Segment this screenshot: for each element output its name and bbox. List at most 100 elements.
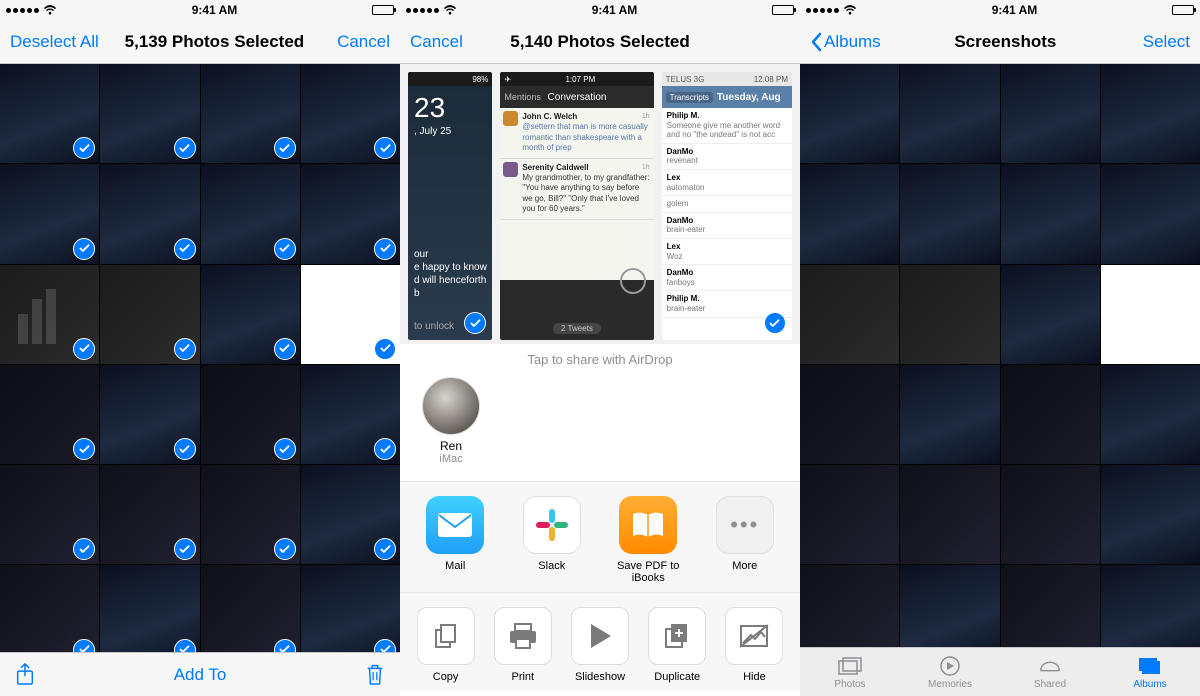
photo-thumb[interactable] — [1001, 565, 1100, 647]
photo-thumb[interactable] — [301, 164, 400, 263]
airdrop-device: iMac — [416, 453, 486, 465]
deselect-all-button[interactable]: Deselect All — [10, 32, 99, 52]
photo-thumb[interactable] — [301, 365, 400, 464]
share-preview-item[interactable]: 98% 23 , July 25 our e happy to know d w… — [408, 72, 492, 340]
share-app-ibooks[interactable]: Save PDF to iBooks — [603, 496, 694, 584]
photo-thumb[interactable] — [900, 465, 999, 564]
photo-thumb[interactable] — [800, 164, 899, 263]
preview-body: Philip M.Someone give me another word an… — [662, 108, 792, 340]
photo-thumb[interactable] — [201, 164, 300, 263]
trash-icon[interactable] — [364, 662, 386, 688]
photo-thumb[interactable] — [900, 265, 999, 364]
nav-bar: Albums Screenshots Select — [800, 20, 1200, 64]
share-app-mail[interactable]: Mail — [410, 496, 501, 584]
photo-grid[interactable] — [0, 64, 400, 652]
preview-date: 23 — [414, 92, 445, 124]
share-app-label: More — [700, 560, 791, 572]
photo-thumb[interactable] — [1101, 164, 1200, 263]
photo-thumb[interactable] — [201, 565, 300, 652]
airdrop-row: Ren iMac — [400, 377, 800, 481]
share-preview-row[interactable]: 98% 23 , July 25 our e happy to know d w… — [400, 64, 800, 344]
photo-thumb[interactable] — [1101, 265, 1200, 364]
checkmark-icon — [174, 538, 196, 560]
chevron-left-icon — [810, 32, 822, 52]
photo-thumb[interactable] — [0, 265, 99, 364]
action-hide[interactable]: Hide — [719, 607, 790, 683]
checkmark-icon — [274, 238, 296, 260]
airdrop-target[interactable]: Ren iMac — [416, 377, 486, 465]
photos-tab-icon — [837, 655, 863, 677]
cancel-button[interactable]: Cancel — [330, 32, 390, 52]
photo-thumb[interactable] — [0, 164, 99, 263]
photo-thumb[interactable] — [201, 64, 300, 163]
photo-thumb[interactable] — [201, 265, 300, 364]
photo-thumb[interactable] — [1001, 265, 1100, 364]
photo-thumb[interactable] — [100, 64, 199, 163]
photo-grid[interactable] — [800, 64, 1200, 647]
photo-thumb[interactable] — [100, 265, 199, 364]
tab-label: Memories — [928, 679, 972, 690]
photo-thumb[interactable] — [800, 265, 899, 364]
photo-thumb[interactable] — [100, 465, 199, 564]
checkmark-icon — [374, 137, 396, 159]
tab-shared[interactable]: Shared — [1000, 648, 1100, 696]
share-app-label: Save PDF to iBooks — [603, 560, 694, 584]
photo-thumb[interactable] — [1001, 64, 1100, 163]
cancel-button[interactable]: Cancel — [410, 32, 470, 52]
share-app-more[interactable]: ••• More — [700, 496, 791, 584]
action-print[interactable]: Print — [487, 607, 558, 683]
photo-thumb[interactable] — [1101, 365, 1200, 464]
more-icon: ••• — [716, 496, 774, 554]
photo-thumb[interactable] — [0, 365, 99, 464]
photo-thumb[interactable] — [100, 365, 199, 464]
share-app-slack[interactable]: Slack — [507, 496, 598, 584]
photo-thumb[interactable] — [1001, 365, 1100, 464]
photo-thumb[interactable] — [301, 465, 400, 564]
photo-thumb[interactable] — [201, 365, 300, 464]
preview-status: 1:07 PM — [565, 75, 595, 84]
albums-tab-icon — [1137, 655, 1163, 677]
share-preview-item[interactable]: TELUS 3G12:08 PM Transcripts Tuesday, Au… — [662, 72, 792, 340]
photo-thumb[interactable] — [1001, 164, 1100, 263]
photo-thumb[interactable] — [900, 164, 999, 263]
photo-thumb[interactable] — [900, 365, 999, 464]
photo-thumb[interactable] — [1101, 565, 1200, 647]
checkmark-icon — [174, 338, 196, 360]
action-copy[interactable]: Copy — [410, 607, 481, 683]
photo-thumb[interactable] — [0, 465, 99, 564]
add-to-button[interactable]: Add To — [36, 665, 364, 685]
photo-thumb[interactable] — [301, 64, 400, 163]
shared-tab-icon — [1037, 655, 1063, 677]
photo-thumb[interactable] — [800, 565, 899, 647]
action-label: Print — [487, 671, 558, 683]
share-icon[interactable] — [14, 662, 36, 688]
photo-thumb[interactable] — [1101, 64, 1200, 163]
photo-thumb[interactable] — [900, 64, 999, 163]
photo-thumb[interactable] — [301, 565, 400, 652]
photo-thumb[interactable] — [800, 64, 899, 163]
checkmark-icon — [174, 639, 196, 653]
photo-thumb[interactable] — [301, 265, 400, 364]
share-preview-item[interactable]: ✈1:07 PM Mentions Conversation John C. W… — [500, 72, 653, 340]
action-slideshow[interactable]: Slideshow — [564, 607, 635, 683]
photo-thumb[interactable] — [1101, 465, 1200, 564]
photo-thumb[interactable] — [100, 164, 199, 263]
tab-photos[interactable]: Photos — [800, 648, 900, 696]
select-button[interactable]: Select — [1130, 32, 1190, 52]
checkmark-icon — [764, 312, 786, 334]
photo-thumb[interactable] — [800, 365, 899, 464]
tab-memories[interactable]: Memories — [900, 648, 1000, 696]
action-duplicate[interactable]: Duplicate — [642, 607, 713, 683]
photo-thumb[interactable] — [900, 565, 999, 647]
photo-thumb[interactable] — [0, 64, 99, 163]
preview-carrier: TELUS 3G — [666, 75, 705, 84]
photo-thumb[interactable] — [1001, 465, 1100, 564]
tab-albums[interactable]: Albums — [1100, 648, 1200, 696]
back-button[interactable]: Albums — [810, 32, 881, 52]
photo-thumb[interactable] — [0, 565, 99, 652]
photo-thumb[interactable] — [100, 565, 199, 652]
photo-thumb[interactable] — [800, 465, 899, 564]
photo-thumb[interactable] — [201, 465, 300, 564]
tab-label: Albums — [1133, 679, 1166, 690]
mail-icon — [426, 496, 484, 554]
